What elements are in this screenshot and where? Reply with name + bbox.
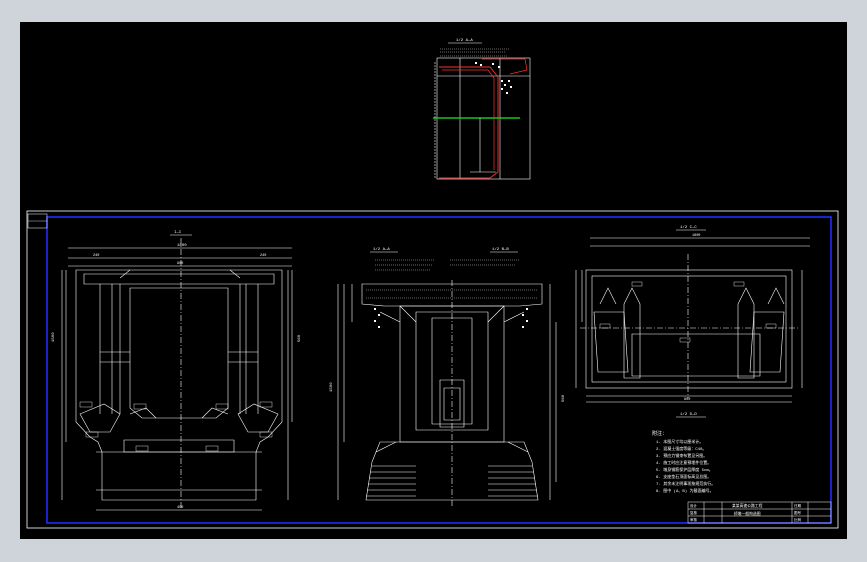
tb-scale: 比例 bbox=[794, 517, 802, 523]
note-line: 3. 预应力钢束布置见另图。 bbox=[656, 452, 707, 459]
sheet-outer-border bbox=[26, 210, 839, 529]
right-top-title: 1/2 C—C bbox=[680, 225, 697, 230]
mid-hatch-left bbox=[366, 465, 416, 497]
mid-hatch-right bbox=[488, 465, 538, 497]
tb-project: 某某高速公路工程 bbox=[732, 503, 763, 509]
cad-drawing[interactable]: 1/2 A—A I—I 1800 240 240 900 1500 560 45… bbox=[20, 22, 847, 539]
note-line: 8. 图中 (A、B) 为截面编号。 bbox=[656, 487, 714, 494]
right-dim-height: 560 bbox=[298, 334, 302, 342]
detail-dim-rows bbox=[440, 48, 510, 57]
title-block: 设计 复核 审核 某某高速公路工程 桥墩一般构造图 日期 图号 比例 bbox=[687, 501, 832, 524]
tb-sheet: 图号 bbox=[794, 510, 802, 516]
note-line: 7. 其余未注明事项按规范执行。 bbox=[656, 480, 715, 487]
mid-dim-right: 560 bbox=[562, 394, 566, 402]
note-line: 2. 混凝土强度等级：C40。 bbox=[656, 445, 706, 452]
tb-drawing-name: 桥墩一般构造图 bbox=[734, 511, 761, 517]
detail-red-outline bbox=[439, 66, 499, 179]
middle-section-view: 1/2 A—A 1/2 B—B 1500 560 bbox=[330, 247, 566, 506]
tb-designer: 设计 bbox=[690, 503, 698, 509]
left-dim-total: 1800 bbox=[177, 244, 187, 248]
mid-dim-rows bbox=[375, 259, 520, 271]
cad-application: 1/2 A—A I—I 1800 240 240 900 1500 560 45… bbox=[0, 0, 867, 562]
right-dim-bottom: 900 bbox=[684, 398, 690, 402]
mid-title-b: 1/2 B—B bbox=[492, 247, 509, 252]
tb-approver: 审核 bbox=[690, 517, 698, 523]
note-line: 6. 支座垫石顶面标高见总图。 bbox=[656, 473, 711, 480]
note-line: 4. 施工时应注意预埋件位置。 bbox=[656, 459, 711, 466]
right-plan-view: 1/2 C—C 1800 900 1/2 D—D bbox=[575, 225, 810, 418]
right-bottom-title: 1/2 D—D bbox=[680, 412, 697, 417]
drawing-canvas[interactable]: 1/2 A—A I—I 1800 240 240 900 1500 560 45… bbox=[20, 22, 847, 539]
detail-drawing: 1/2 A—A bbox=[433, 38, 531, 180]
left-elevation-view: I—I 1800 240 240 900 1500 560 450 bbox=[52, 231, 302, 511]
left-dim-a: 240 bbox=[93, 254, 99, 258]
left-dim-b: 240 bbox=[260, 254, 266, 258]
left-dim-height: 1500 bbox=[52, 332, 56, 342]
bottom-dim: 450 bbox=[177, 506, 183, 510]
left-dim-mid: 900 bbox=[177, 262, 183, 266]
right-dim-total: 1800 bbox=[692, 234, 700, 238]
mid-title-a: 1/2 A—A bbox=[373, 247, 390, 252]
left-view-title: I—I bbox=[174, 231, 181, 235]
sheet-inner-border bbox=[46, 216, 832, 524]
mid-dim-height: 1500 bbox=[330, 382, 334, 392]
note-line: 5. 墩身钢筋保护层厚度 5cm。 bbox=[656, 466, 713, 473]
sheet-frame bbox=[26, 210, 839, 529]
left-callouts bbox=[79, 401, 273, 452]
notes-heading: 附注： bbox=[652, 430, 667, 437]
notes-block: 附注： 1. 本图尺寸均以厘米计。 2. 混凝土强度等级：C40。 3. 预应力… bbox=[652, 430, 715, 494]
tb-checker: 复核 bbox=[690, 510, 698, 516]
detail-title: 1/2 A—A bbox=[456, 38, 473, 43]
note-line: 1. 本图尺寸均以厘米计。 bbox=[656, 438, 703, 445]
tb-date: 日期 bbox=[794, 503, 802, 509]
right-plan-outline bbox=[585, 269, 793, 389]
